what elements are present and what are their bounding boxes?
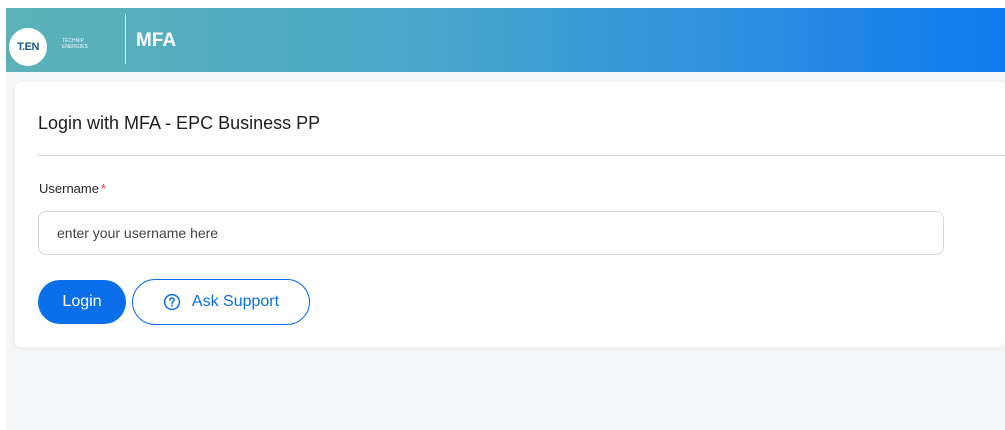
header-title: MFA bbox=[136, 30, 177, 51]
page-title: Login with MFA - EPC Business PP bbox=[38, 113, 321, 133]
company-logo: T.EN bbox=[9, 28, 47, 66]
logo-subtitle-line2: ENERGIES bbox=[62, 44, 88, 50]
ask-support-label: Ask Support bbox=[191, 293, 280, 310]
question-circle-icon bbox=[163, 293, 181, 311]
logo-subtitle: TECHNIP ENERGIES bbox=[62, 38, 88, 50]
ask-support-button[interactable]: Ask Support bbox=[132, 279, 310, 325]
login-button[interactable]: Login bbox=[38, 280, 126, 324]
username-input[interactable] bbox=[38, 211, 944, 255]
app-header: T.EN TECHNIP ENERGIES MFA bbox=[6, 8, 1005, 72]
app-window: T.EN TECHNIP ENERGIES MFA Login with MFA… bbox=[6, 8, 1005, 430]
username-label-text: Username bbox=[39, 181, 99, 196]
login-button-label: Login bbox=[62, 293, 102, 310]
required-mark: * bbox=[100, 181, 107, 196]
username-label: Username * bbox=[39, 181, 106, 196]
login-card: Login with MFA - EPC Business PP Usernam… bbox=[15, 82, 1005, 347]
logo-text: T.EN bbox=[17, 41, 39, 53]
header-divider bbox=[125, 14, 126, 64]
title-divider bbox=[38, 155, 1005, 156]
